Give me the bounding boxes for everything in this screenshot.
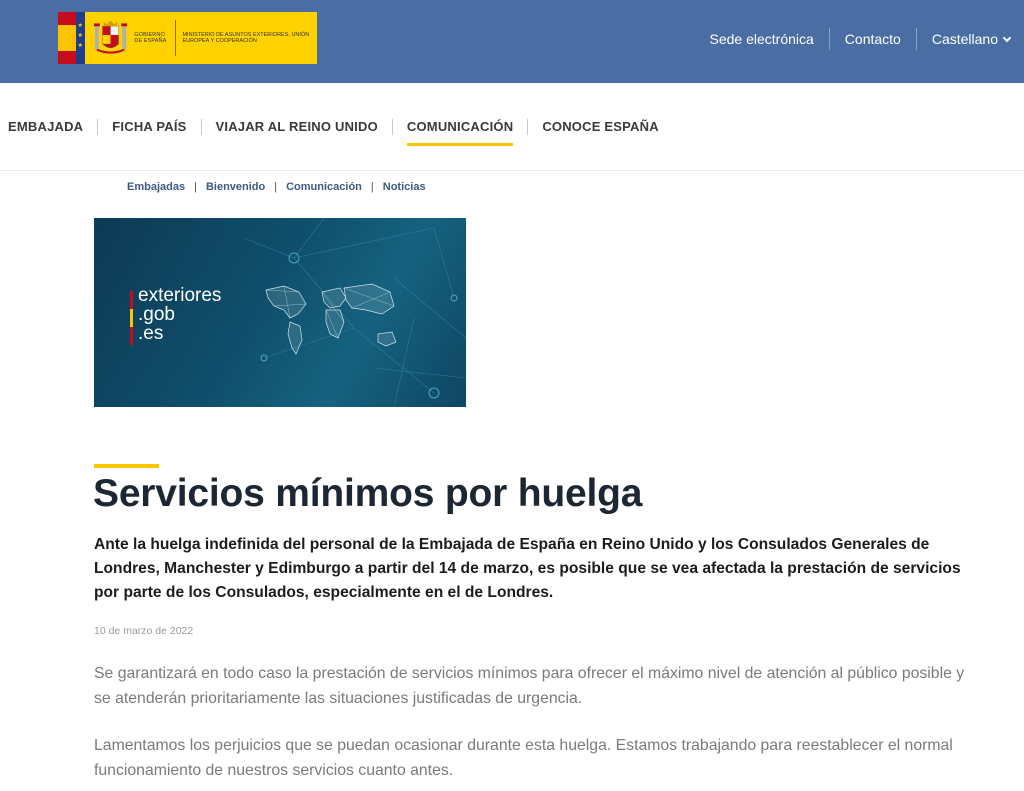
article-banner-image: exteriores .gob .es <box>94 218 466 407</box>
banner-text-line: .gob <box>138 304 175 325</box>
spain-flag-icon <box>58 12 76 64</box>
main-navigation: EMBAJADA FICHA PAÍS VIAJAR AL REINO UNID… <box>0 83 1024 171</box>
article-lead: Ante la huelga indefinida del personal d… <box>94 536 961 601</box>
breadcrumb-item[interactable]: Comunicación <box>286 181 362 193</box>
sede-electronica-link[interactable]: Sede electrónica <box>695 27 829 51</box>
eu-flag-icon: ★ ★ ★ <box>75 12 86 64</box>
language-label: Castellano <box>931 31 998 47</box>
breadcrumb-separator: | <box>274 181 278 193</box>
chevron-down-icon <box>1002 33 1012 43</box>
government-text: GOBIERNO DE ESPAÑA <box>134 32 167 44</box>
language-selector[interactable]: Castellano <box>917 27 1012 51</box>
banner-brand-text: exteriores .gob .es <box>138 286 221 343</box>
breadcrumb-item[interactable]: Bienvenido <box>206 181 265 193</box>
nav-item-ficha-pais[interactable]: FICHA PAÍS <box>98 118 200 136</box>
coat-of-arms-icon <box>94 20 128 54</box>
banner-text-line: .es <box>138 323 164 344</box>
breadcrumb-separator: | <box>194 181 197 193</box>
logo-divider <box>175 20 177 56</box>
article-paragraph: Se garantizará en todo caso la prestació… <box>94 665 965 707</box>
brand-color-bar <box>130 291 133 345</box>
article-title: Servicios mínimos por huelga <box>93 472 643 515</box>
article-date: 10 de marzo de 2022 <box>94 625 194 637</box>
breadcrumb-separator: | <box>370 181 374 193</box>
government-logo[interactable]: ★ ★ ★ GOBIERNO DE ESPAÑA MINISTERIO DE ASU… <box>58 12 317 64</box>
nav-item-conoce-espana[interactable]: CONOCE ESPAÑA <box>528 118 672 136</box>
nav-item-viajar[interactable]: VIAJAR AL REINO UNIDO <box>202 118 392 136</box>
breadcrumb-item[interactable]: Noticias <box>383 181 426 193</box>
nav-item-embajada[interactable]: EMBAJADA <box>8 118 97 136</box>
top-links: Sede electrónica Contacto Castellano <box>695 27 1012 51</box>
top-header: ★ ★ ★ GOBIERNO DE ESPAÑA MINISTERIO DE ASU… <box>0 0 1024 83</box>
contacto-link[interactable]: Contacto <box>830 27 916 51</box>
ministry-text: MINISTERIO DE ASUNTOS EXTERIORES, UNIÓN … <box>182 32 310 44</box>
breadcrumb: Embajadas | Bienvenido | Comunicación | … <box>127 181 426 193</box>
nav-item-comunicacion[interactable]: COMUNICACIÓN <box>393 118 527 146</box>
breadcrumb-item[interactable]: Embajadas <box>127 181 185 193</box>
banner-text-line: exteriores <box>138 285 222 306</box>
title-accent-line <box>94 464 159 468</box>
article-paragraph: Lamentamos los perjuicios que se puedan … <box>94 737 953 779</box>
